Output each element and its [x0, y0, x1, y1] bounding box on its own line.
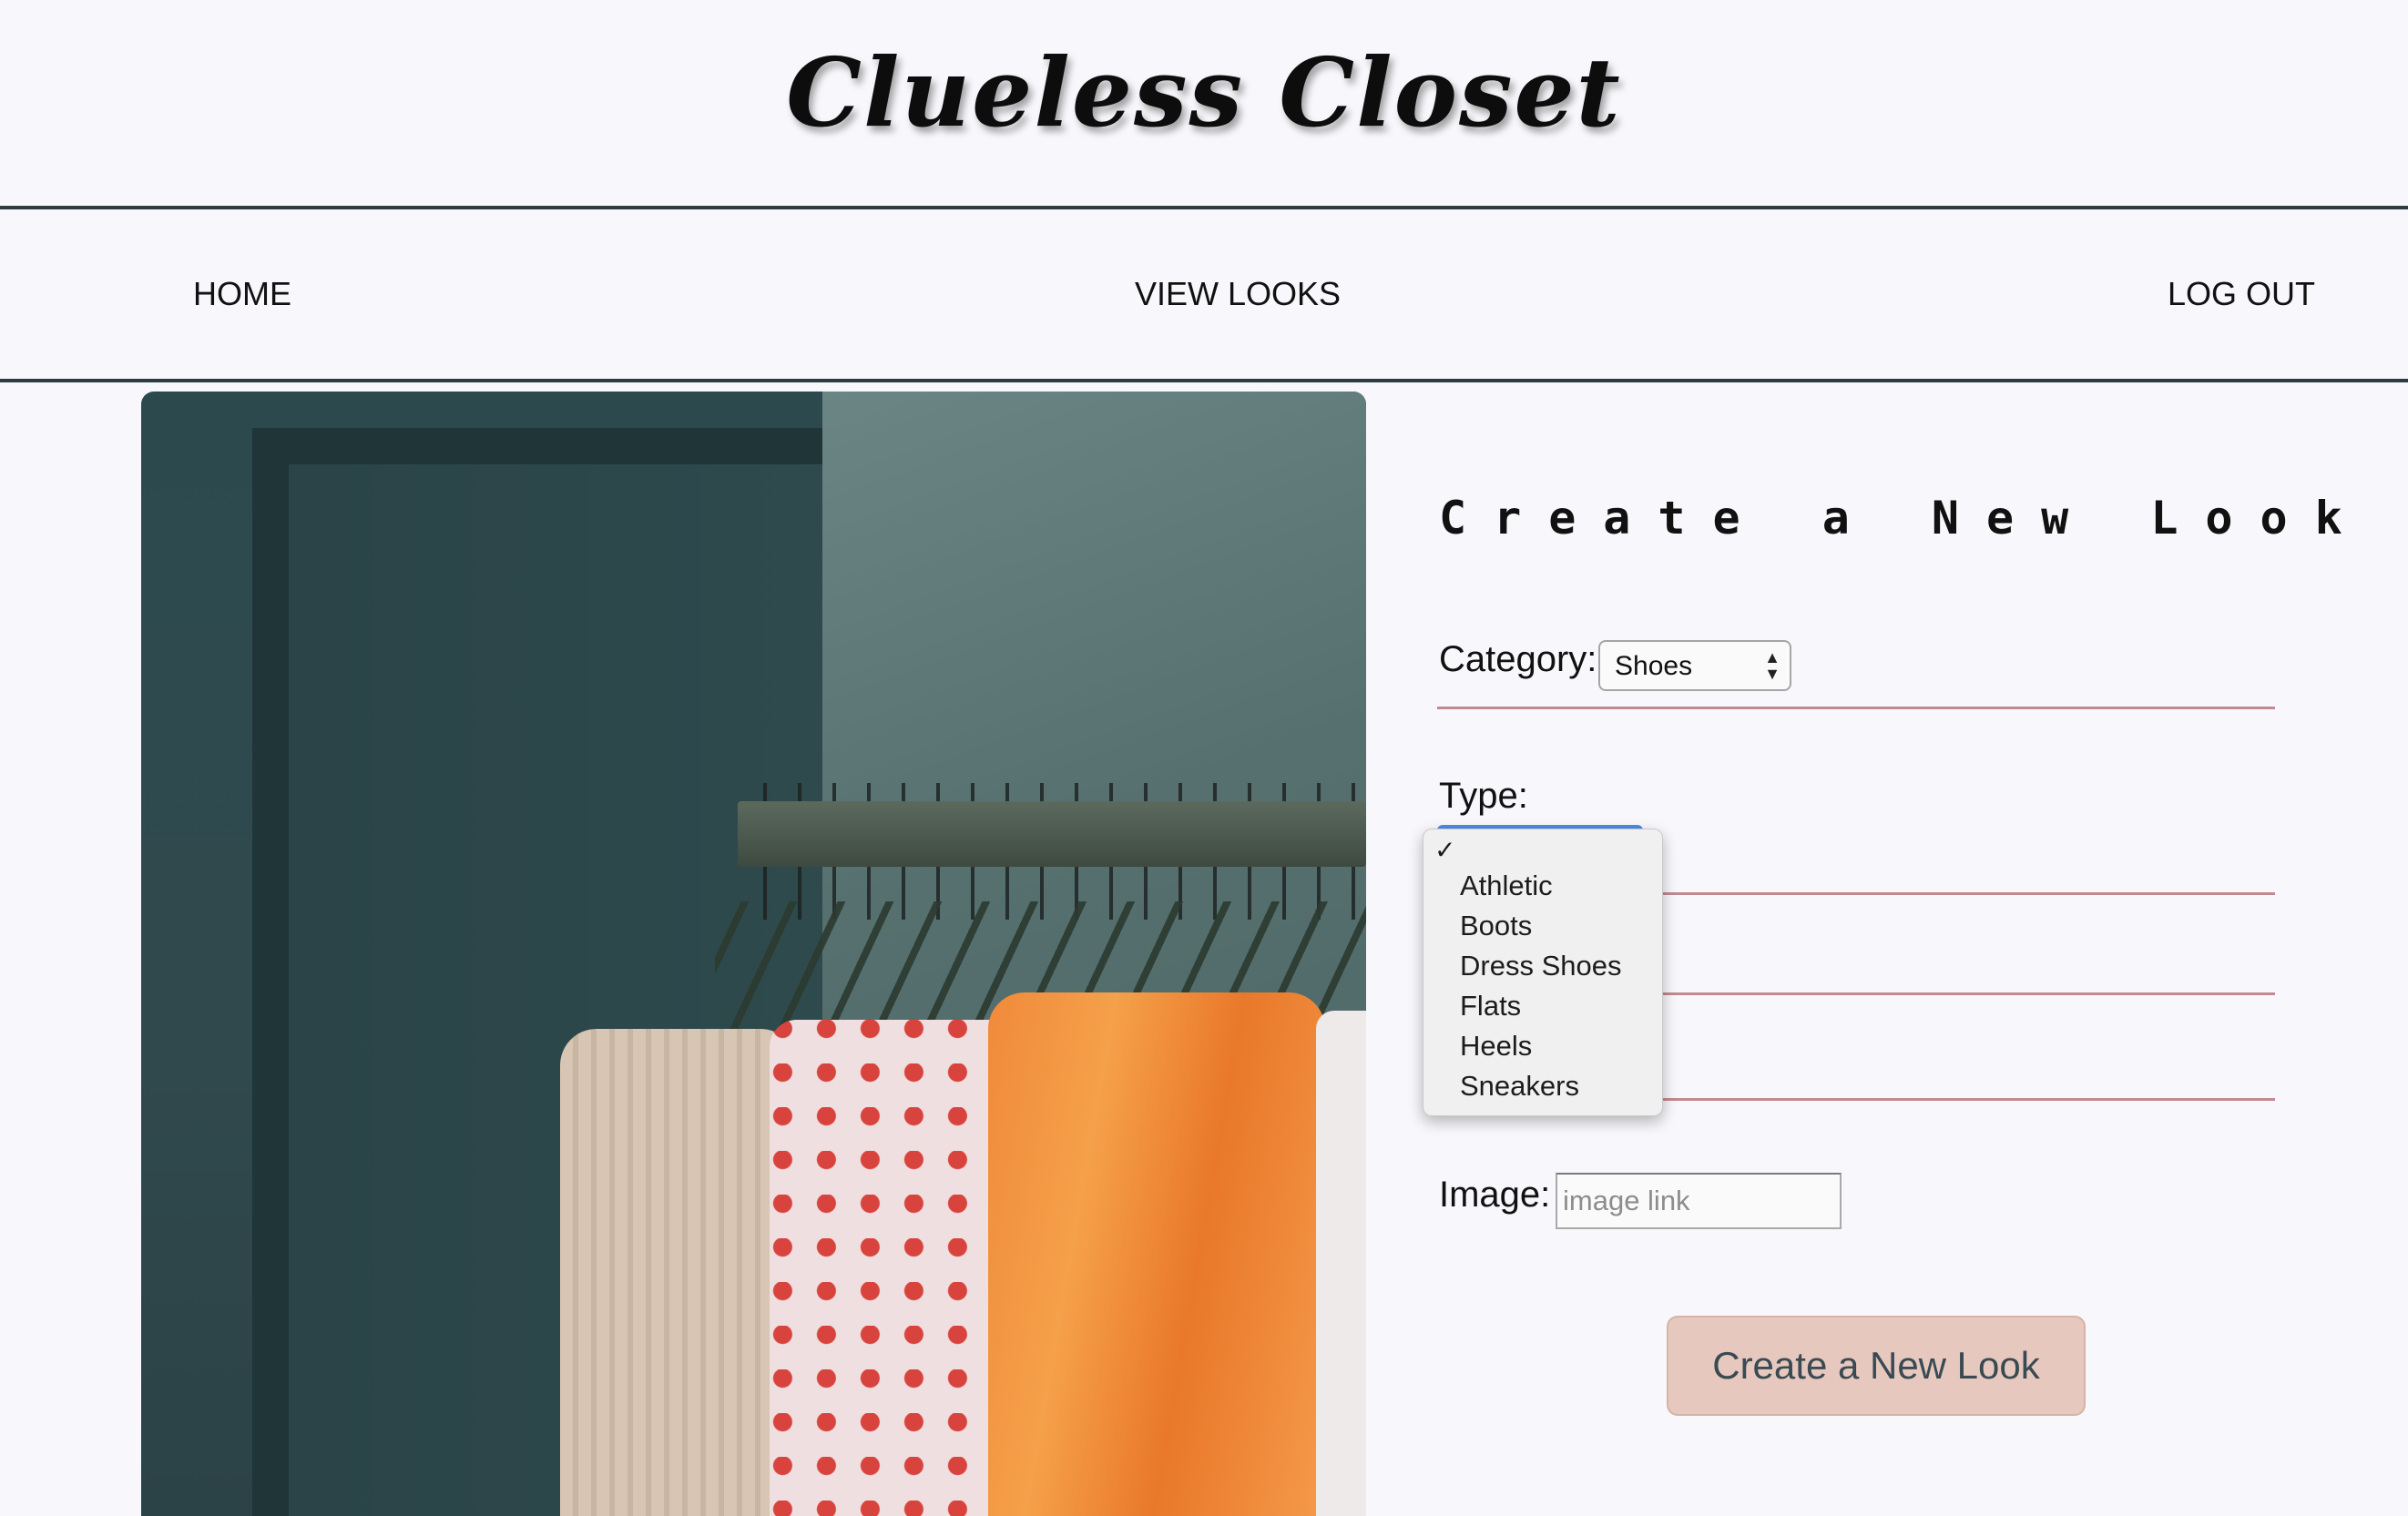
nav-log-out-link[interactable]: LOG OUT — [2168, 275, 2315, 313]
nav-view-looks-link[interactable]: VIEW LOOKS — [1135, 275, 1341, 313]
cream-knitwear — [560, 1029, 797, 1516]
category-label: Category: — [1439, 639, 1597, 679]
closet-hero-image — [141, 392, 1366, 1516]
page: Clueless Closet HOME VIEW LOOKS LOG OUT … — [0, 0, 2408, 1516]
door-frame — [252, 428, 289, 1516]
type-option-sneakers[interactable]: Sneakers — [1460, 1066, 1579, 1106]
type-option-dress-shoes[interactable]: Dress Shoes — [1460, 946, 1621, 986]
site-title: Clueless Closet — [786, 36, 1622, 148]
type-option-flats[interactable]: Flats — [1460, 986, 1521, 1026]
select-arrows-icon: ▲ ▼ — [1764, 648, 1780, 683]
image-label: Image: — [1439, 1175, 1551, 1215]
category-selected-value: Shoes — [1615, 651, 1693, 681]
nav-home-link[interactable]: HOME — [193, 275, 291, 313]
orange-blouses — [988, 992, 1325, 1516]
form-title: Create a New Look — [1439, 492, 2370, 544]
main-nav: HOME VIEW LOOKS LOG OUT — [0, 209, 2408, 382]
door-frame-top — [252, 428, 822, 464]
type-option-heels[interactable]: Heels — [1460, 1026, 1532, 1066]
site-header: Clueless Closet — [0, 0, 2408, 209]
type-label: Type: — [1439, 776, 1528, 816]
type-option-boots[interactable]: Boots — [1460, 906, 1532, 946]
image-link-input[interactable] — [1556, 1173, 1842, 1229]
checkmark-icon: ✓ — [1434, 836, 1456, 864]
clothing-rail — [738, 801, 1366, 867]
type-dropdown-menu: ✓ Athletic Boots Dress Shoes Flats Heels… — [1423, 829, 1663, 1116]
create-look-button[interactable]: Create a New Look — [1667, 1316, 2086, 1416]
white-shirt — [1316, 1011, 1366, 1516]
category-select[interactable]: Shoes ▲ ▼ — [1598, 640, 1791, 691]
type-option-athletic[interactable]: Athletic — [1460, 866, 1553, 906]
divider — [1437, 707, 2275, 709]
polka-dot-tops — [770, 1020, 1015, 1516]
